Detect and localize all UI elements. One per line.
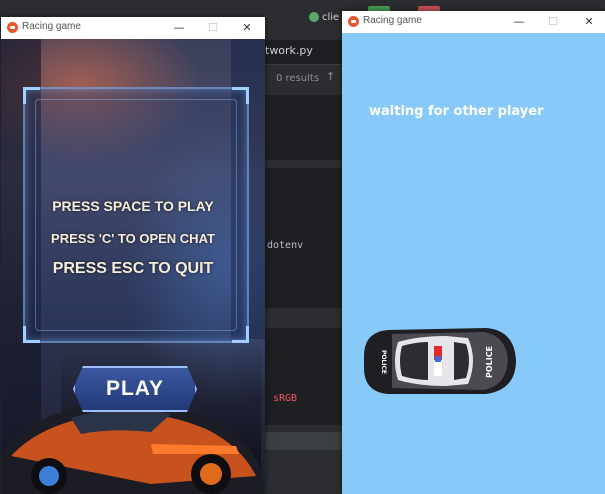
title-bar[interactable]: Racing game — ☐ ✕: [342, 11, 605, 33]
game-canvas[interactable]: PRESS SPACE TO PLAY PRESS 'C' TO OPEN CH…: [1, 39, 265, 494]
console-line-srgb: sRGB: [273, 393, 298, 404]
game-canvas[interactable]: waiting for other player POLICE POLICE: [342, 33, 605, 494]
frame-corner: [23, 326, 40, 343]
pygame-icon: [348, 16, 359, 27]
minimize-button[interactable]: —: [509, 13, 529, 31]
frame-corner: [232, 87, 249, 104]
frame-corner: [23, 87, 40, 104]
menu-frame-inner: [35, 99, 237, 331]
code-editor[interactable]: [265, 95, 345, 425]
car-label-back: POLICE: [485, 346, 494, 378]
window-title: Racing game: [363, 15, 422, 26]
run-config-label[interactable]: clie: [322, 12, 339, 23]
pygame-icon: [7, 22, 18, 33]
play-button[interactable]: PLAY: [73, 366, 197, 412]
editor-divider: [265, 160, 345, 168]
code-line-dotenv: dotenv: [267, 240, 304, 251]
close-button[interactable]: ✕: [579, 13, 599, 31]
frame-corner: [232, 326, 249, 343]
run-config-icon: [309, 12, 319, 22]
menu-frame: [23, 87, 249, 343]
racing-game-window-left[interactable]: Racing game — ☐ ✕ PRESS SPACE TO PLAY PR…: [1, 17, 265, 494]
maximize-button[interactable]: ☐: [543, 13, 563, 31]
editor-tab-label: twork.py: [265, 44, 313, 57]
car-label-front: POLICE: [380, 350, 387, 374]
tool-window-header: [265, 308, 345, 328]
title-bar[interactable]: Racing game — ☐ ✕: [1, 17, 265, 39]
menu-press-esc: PRESS ESC TO QUIT: [52, 260, 214, 277]
menu-press-space: PRESS SPACE TO PLAY: [52, 198, 214, 214]
status-strip: [265, 432, 345, 450]
menu-press-c: PRESS 'C' TO OPEN CHAT: [51, 231, 215, 246]
racing-game-window-right[interactable]: Racing game — ☐ ✕ waiting for other play…: [342, 11, 605, 494]
waiting-status: waiting for other player: [369, 104, 544, 119]
window-title: Racing game: [22, 21, 81, 32]
minimize-button[interactable]: —: [169, 19, 189, 37]
close-button[interactable]: ✕: [237, 19, 257, 37]
find-results: 0 results: [276, 73, 320, 84]
maximize-button[interactable]: ☐: [203, 19, 223, 37]
find-prev-icon[interactable]: ↑: [326, 70, 335, 83]
police-car-sprite: POLICE POLICE: [364, 328, 516, 394]
